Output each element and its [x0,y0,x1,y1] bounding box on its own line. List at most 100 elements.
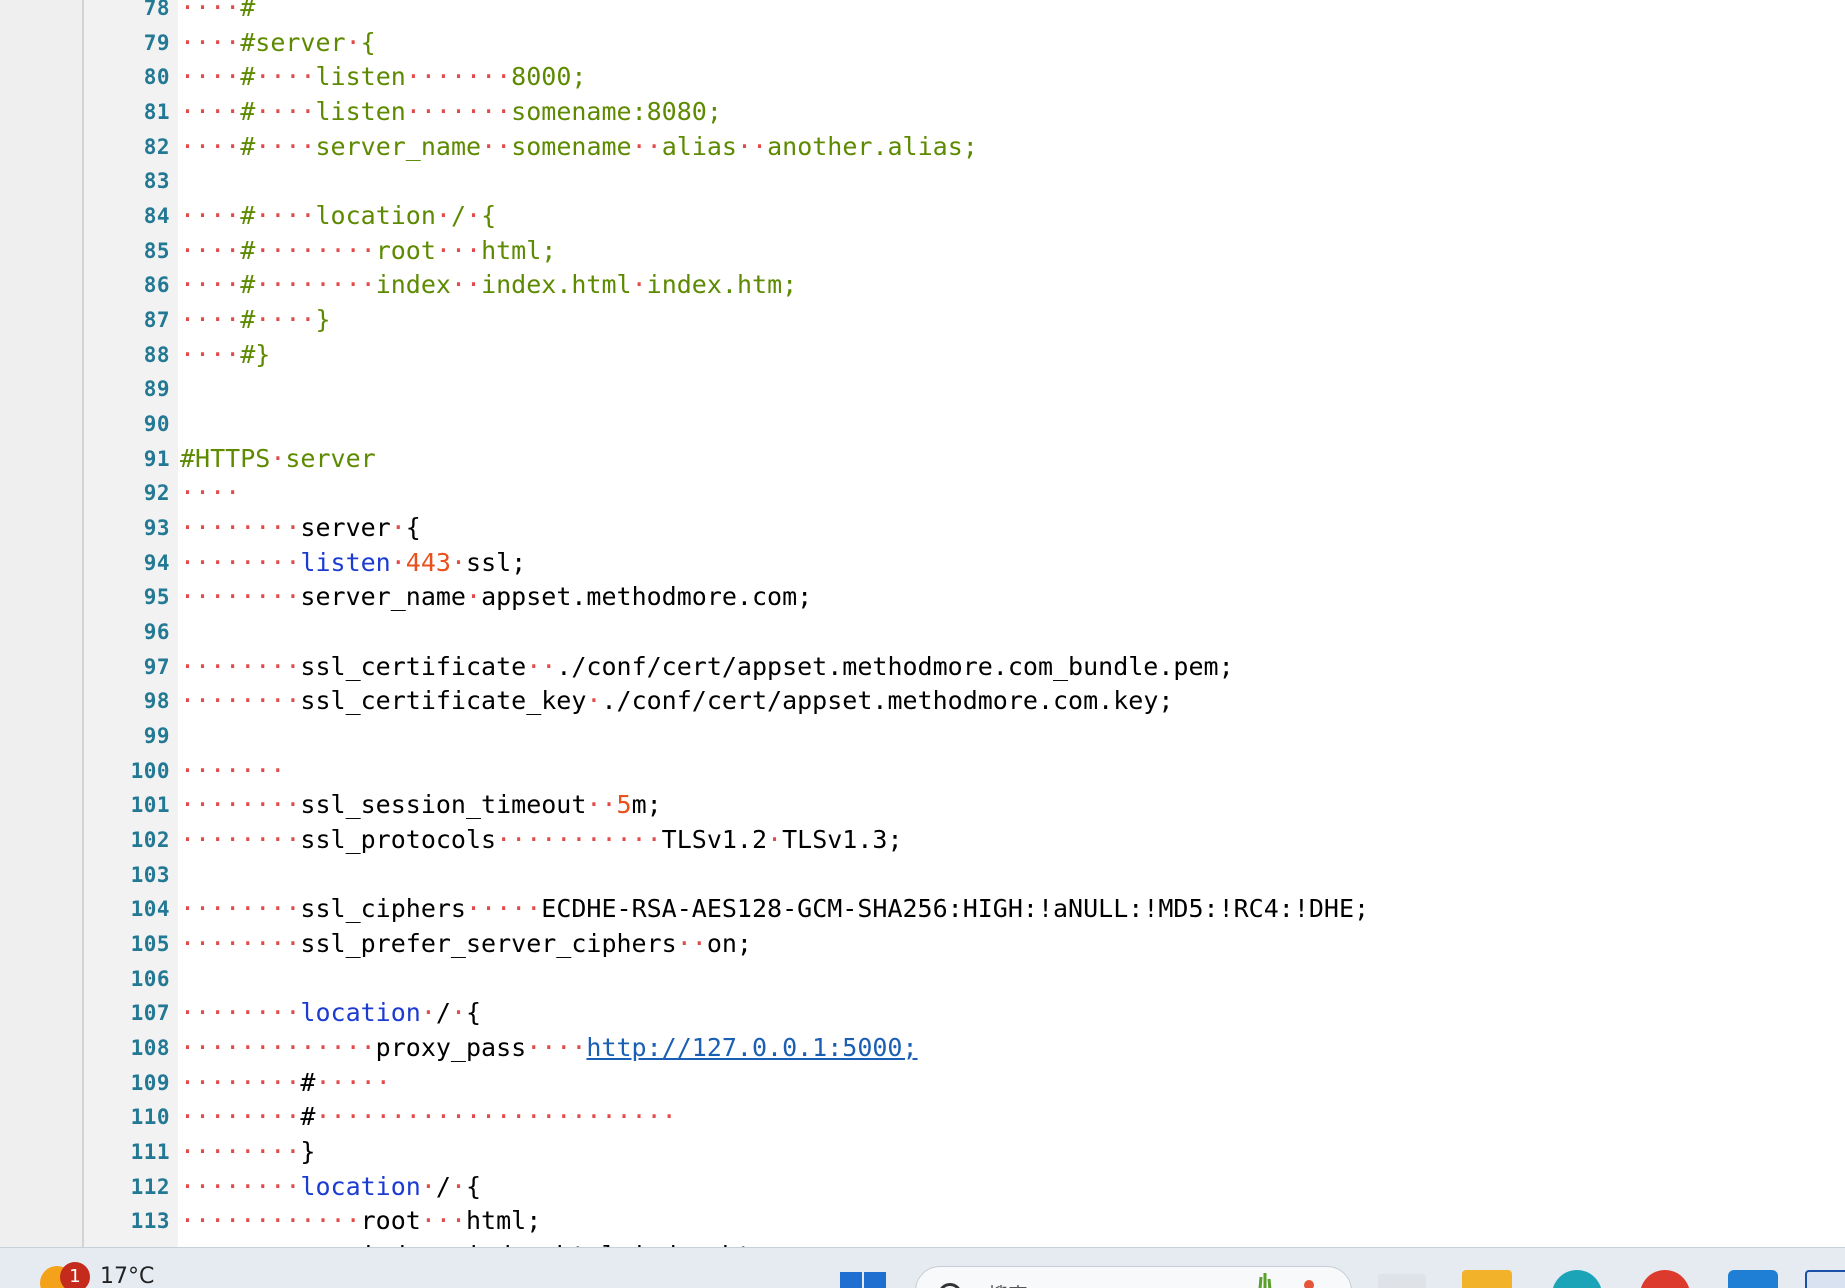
code-line[interactable]: 98 ········ssl_certificate_key·./conf/cer… [0,684,1845,718]
whitespace-marker: ········ [180,1067,301,1097]
line-number: 103 [130,862,170,887]
code-line[interactable]: 112 ········location·/·{ [0,1170,1845,1204]
code-line[interactable]: 81 ····#····listen·······somename:8080; [0,95,1845,129]
url-link[interactable]: http://127.0.0.1:5000; [586,1033,917,1062]
code-line[interactable]: 113 ············root···html; [0,1204,1845,1238]
weather-temperature[interactable]: 17°C [100,1264,154,1288]
code-line[interactable]: 92 ···· [0,476,1845,510]
code-text[interactable]: ········ssl_ciphers·····ECDHE-RSA-AES128… [180,892,1369,926]
whitespace-marker: ········ [255,270,376,300]
taskbar-search-box[interactable]: 搜索 [915,1266,1352,1288]
code-text[interactable]: ············root···html; [180,1204,541,1238]
code-line[interactable]: 95 ········server_name·appset.methodmore.… [0,580,1845,614]
code-line[interactable]: 104 ········ssl_ciphers·····ECDHE-RSA-AES… [0,892,1845,926]
code-token: # [240,0,256,22]
code-line[interactable]: 102 ········ssl_protocols···········TLSv1… [0,823,1845,857]
code-text[interactable]: ····#····location·/·{ [180,199,496,233]
whitespace-marker: ···· [180,27,241,57]
code-line[interactable]: 94 ········listen·443·ssl; [0,546,1845,580]
code-text[interactable]: ····#server·{ [180,26,376,60]
code-editor[interactable]: 78 ····# 79 ····#server·{80 ····#····listen·… [0,0,1845,1247]
code-line[interactable]: 99 [0,719,1845,753]
line-number: 89 [143,377,170,402]
code-line[interactable]: 100 ······· [0,754,1845,788]
code-line[interactable]: 97 ········ssl_certificate··./conf/cert/a… [0,650,1845,684]
code-text[interactable]: ········location·/·{ [180,1170,481,1204]
code-line[interactable]: 108 ·············proxy_pass····http://127… [0,1031,1845,1065]
code-text[interactable]: ········ssl_certificate_key·./conf/cert/… [180,684,1173,718]
whitespace-marker: ···· [255,201,316,231]
code-text[interactable]: ········server_name·appset.methodmore.co… [180,580,812,614]
code-text[interactable]: ········location·/·{ [180,996,481,1030]
code-text[interactable]: ········server·{ [180,511,421,545]
code-line[interactable]: 86 ····#········index··index.html·index.h… [0,268,1845,302]
code-line[interactable]: 87 ····#····} [0,303,1845,337]
code-line[interactable]: 107 ········location·/·{ [0,996,1845,1030]
whitespace-marker: ···· [180,131,241,161]
code-token: { [360,27,376,57]
code-line[interactable]: 91 #HTTPS·server [0,442,1845,476]
code-line[interactable]: 110 ········#························ [0,1100,1845,1134]
vscode-icon[interactable] [1728,1270,1778,1288]
code-text[interactable]: ········ssl_session_timeout··5m; [180,788,662,822]
whitespace-marker: · [450,1171,467,1201]
document-icon[interactable] [1378,1274,1426,1288]
whitespace-marker: · [466,582,482,612]
code-text[interactable]: ········ssl_protocols···········TLSv1.2·… [180,823,903,857]
line-number: 78 [143,0,170,20]
code-text[interactable]: ············index··index.html·index.htm; [180,1239,782,1247]
code-text[interactable]: #HTTPS·server [180,442,376,476]
code-line[interactable]: 109 ········#····· [0,1066,1845,1100]
whitespace-marker: ········ [180,651,301,681]
code-text[interactable]: ····# [180,0,255,25]
whitespace-marker: ········ [180,1137,301,1167]
code-line[interactable]: 89 [0,372,1845,406]
taskbar: 1 17°C 搜索 [0,1247,1845,1288]
code-line[interactable]: 88 ····#} [0,338,1845,372]
code-text[interactable]: ········ssl_prefer_server_ciphers··on; [180,927,752,961]
code-line[interactable]: 111 ········} [0,1135,1845,1169]
edge-icon[interactable] [1552,1270,1602,1288]
code-line[interactable]: 82 ····#····server_name··somename··alias·… [0,130,1845,164]
code-token: html; [466,1206,542,1236]
code-line[interactable]: 84 ····#····location·/·{ [0,199,1845,233]
code-line[interactable]: 78 ····# [0,0,1845,25]
code-line[interactable]: 103 [0,858,1845,892]
code-line[interactable]: 80 ····#····listen·······8000; [0,60,1845,94]
code-line[interactable]: 101 ········ssl_session_timeout··5m; [0,788,1845,822]
file-explorer-icon[interactable] [1462,1270,1512,1288]
code-text[interactable]: ····#········root···html; [180,234,556,268]
whitespace-marker: ········ [255,235,376,265]
code-text[interactable]: ·············proxy_pass····http://127.0.… [180,1031,918,1065]
code-text[interactable]: ········#····· [180,1066,391,1100]
code-text[interactable]: ····#····listen·······8000; [180,60,586,94]
code-line[interactable]: 106 [0,962,1845,996]
code-line[interactable]: 114 ············index··index.html·index.h… [0,1239,1845,1247]
app-icon[interactable] [1805,1270,1845,1288]
start-button[interactable] [840,1272,888,1288]
code-text[interactable]: ········ssl_certificate··./conf/cert/app… [180,650,1234,684]
code-line[interactable]: 93 ········server·{ [0,511,1845,545]
code-text[interactable]: ····#····listen·······somename:8080; [180,95,722,129]
code-line[interactable]: 83 [0,164,1845,198]
code-text[interactable]: ····#····} [180,303,331,337]
code-text[interactable]: ····#} [180,338,270,372]
code-text[interactable]: ····#········index··index.html·index.htm… [180,268,797,302]
code-text[interactable]: ········#························ [180,1100,677,1134]
code-line[interactable]: 105 ········ssl_prefer_server_ciphers··on… [0,927,1845,961]
chrome-icon[interactable] [1640,1270,1690,1288]
code-line[interactable]: 90 [0,407,1845,441]
code-line[interactable]: 79 ····#server·{ [0,26,1845,60]
code-token: proxy_pass [375,1033,527,1063]
code-text[interactable]: ········} [180,1135,315,1169]
code-line[interactable]: 96 [0,615,1845,649]
code-text[interactable]: ····#····server_name··somename··alias··a… [180,130,978,164]
code-token: ssl_prefer_server_ciphers [300,929,677,959]
code-line[interactable]: 85 ····#········root···html; [0,234,1845,268]
code-text[interactable]: ········listen·443·ssl; [180,546,526,580]
code-token: ./conf/cert/appset.methodmore.com.key; [601,686,1174,716]
whitespace-marker: · [270,443,286,473]
code-text[interactable]: ···· [180,476,240,510]
line-number: 86 [143,273,170,298]
code-text[interactable]: ······· [180,754,285,788]
